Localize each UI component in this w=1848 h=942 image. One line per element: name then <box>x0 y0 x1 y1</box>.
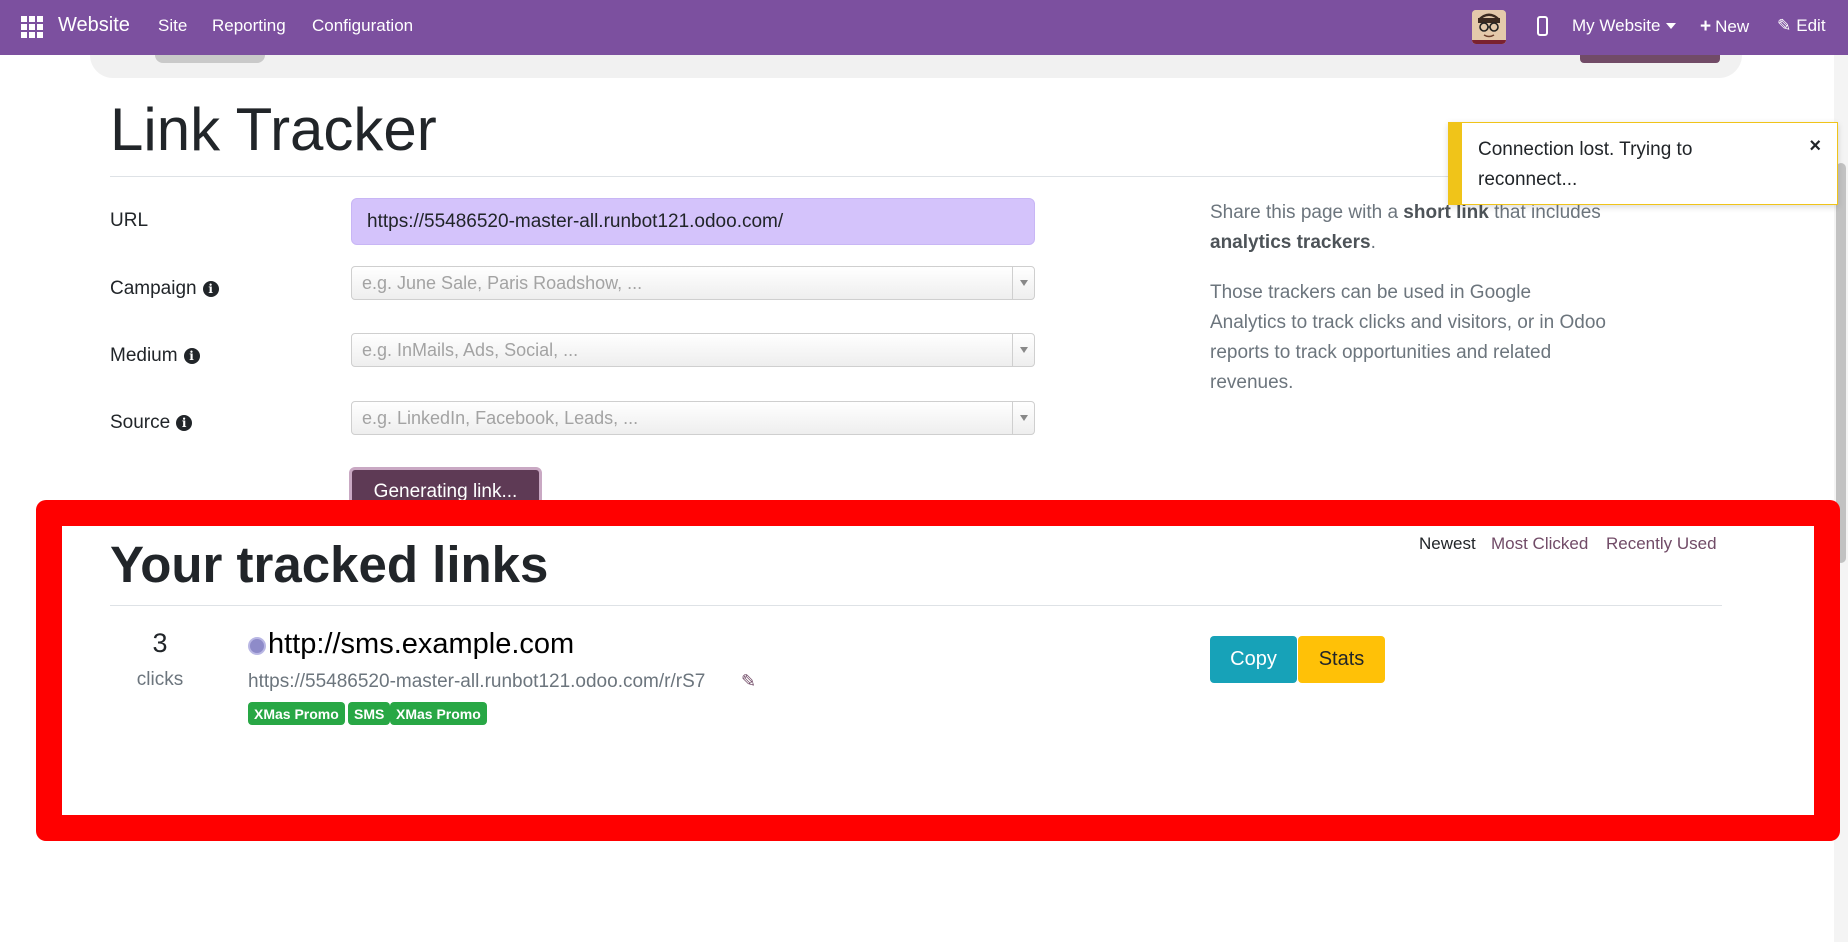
utm-tag-medium: SMS <box>348 702 391 725</box>
plus-icon: + <box>1700 16 1712 37</box>
new-label: New <box>1715 17 1750 36</box>
website-switcher-label: My Website <box>1572 16 1661 35</box>
stats-button[interactable]: Stats <box>1298 636 1385 683</box>
medium-select[interactable]: e.g. InMails, Ads, Social, ... <box>351 333 1035 367</box>
campaign-placeholder: e.g. June Sale, Paris Roadshow, ... <box>362 272 643 293</box>
campaign-label-text: Campaign <box>110 278 197 299</box>
desc-text: that includes <box>1488 202 1601 223</box>
medium-label: Medium i <box>110 345 200 367</box>
info-icon[interactable]: i <box>183 348 200 364</box>
menu-site[interactable]: Site <box>158 16 187 36</box>
desc-text: . <box>1370 232 1376 253</box>
copy-button[interactable]: Copy <box>1210 636 1297 683</box>
caret-down-icon <box>1665 23 1676 29</box>
utm-tag-campaign: XMas Promo <box>248 702 345 725</box>
website-header-strip <box>90 55 1742 78</box>
edit-button[interactable]: ✎ Edit <box>1777 16 1826 36</box>
utm-tag-source: XMas Promo <box>390 702 487 725</box>
description-paragraph-2: Those trackers can be used in Google Ana… <box>1210 282 1606 393</box>
filter-recently-used[interactable]: Recently Used <box>1606 534 1717 554</box>
url-label: URL <box>110 210 148 232</box>
short-url[interactable]: https://55486520-master-all.runbot121.od… <box>248 671 705 693</box>
link-title[interactable]: http://sms.example.com <box>268 628 574 661</box>
edit-code-pencil-icon[interactable]: ✎ <box>741 671 756 692</box>
menu-reporting[interactable]: Reporting <box>212 16 286 36</box>
connection-lost-toast: Connection lost. Trying to reconnect... … <box>1448 122 1838 205</box>
toast-message: Connection lost. Trying to reconnect... <box>1478 139 1693 190</box>
desc-bold-analytics: analytics trackers <box>1210 232 1371 253</box>
source-label-text: Source <box>110 412 171 433</box>
dropdown-arrow-icon[interactable] <box>1012 402 1034 434</box>
mobile-preview-icon[interactable] <box>1537 16 1548 36</box>
source-placeholder: e.g. LinkedIn, Facebook, Leads, ... <box>362 407 639 428</box>
pencil-icon: ✎ <box>1777 16 1792 35</box>
description-paragraph-1: Share this page with a short link that i… <box>1210 198 1610 258</box>
source-select[interactable]: e.g. LinkedIn, Facebook, Leads, ... <box>351 401 1035 435</box>
menu-configuration[interactable]: Configuration <box>312 16 413 36</box>
user-avatar[interactable] <box>1472 10 1506 44</box>
page-title: Link Tracker <box>110 96 437 163</box>
campaign-label: Campaign i <box>110 278 219 300</box>
click-count-label: clicks <box>136 669 184 690</box>
top-navbar: Website Site Reporting Configuration My … <box>0 0 1848 55</box>
header-cta-fragment[interactable] <box>1580 55 1720 63</box>
apps-grid-icon[interactable] <box>21 16 43 38</box>
medium-placeholder: e.g. InMails, Ads, Social, ... <box>362 339 579 360</box>
click-count: 3 <box>152 628 168 658</box>
dropdown-arrow-icon[interactable] <box>1012 267 1034 299</box>
tracked-links-title: Your tracked links <box>110 536 549 593</box>
website-logo-fragment <box>155 55 265 63</box>
new-button[interactable]: + New <box>1700 16 1749 38</box>
url-input[interactable]: https://55486520-master-all.runbot121.od… <box>351 198 1035 245</box>
close-icon[interactable]: × <box>1809 135 1821 158</box>
medium-label-text: Medium <box>110 345 178 366</box>
globe-icon <box>248 637 266 655</box>
website-switcher[interactable]: My Website <box>1572 16 1676 36</box>
source-label: Source i <box>110 412 193 434</box>
desc-bold-short-link: short link <box>1403 202 1489 223</box>
campaign-select[interactable]: e.g. June Sale, Paris Roadshow, ... <box>351 266 1035 300</box>
edit-label: Edit <box>1796 16 1826 35</box>
url-label-text: URL <box>110 210 149 231</box>
info-icon[interactable]: i <box>202 281 219 297</box>
dropdown-arrow-icon[interactable] <box>1012 334 1034 366</box>
filter-newest[interactable]: Newest <box>1419 534 1476 554</box>
app-brand[interactable]: Website <box>58 14 130 37</box>
desc-text: Share this page with a <box>1210 202 1404 223</box>
info-icon[interactable]: i <box>176 415 193 431</box>
filter-most-clicked[interactable]: Most Clicked <box>1491 534 1588 554</box>
tracked-links-divider <box>110 605 1722 606</box>
